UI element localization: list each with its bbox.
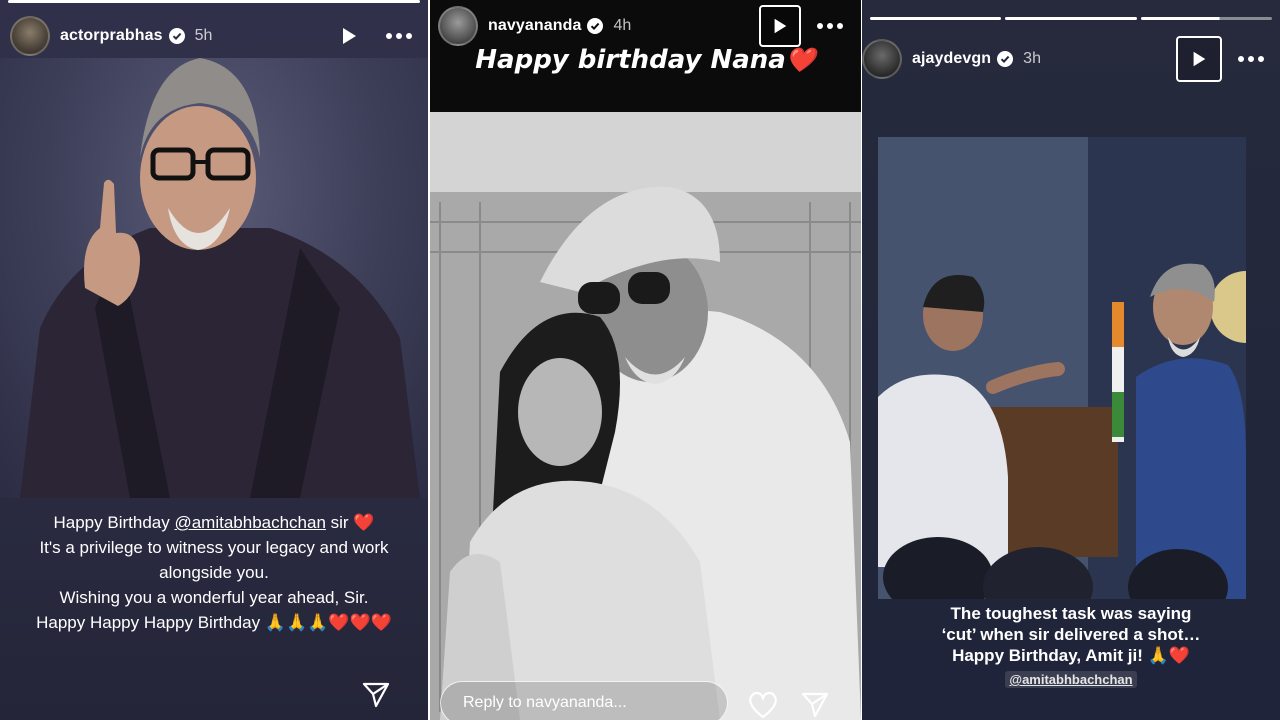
more-icon	[1238, 56, 1264, 62]
username[interactable]: ajaydevgn	[912, 50, 991, 68]
share-button[interactable]	[359, 678, 393, 712]
caption-text: Happy Birthday	[53, 513, 175, 532]
share-icon	[362, 682, 390, 708]
caption-text: sir	[325, 513, 349, 532]
more-options-button[interactable]	[1236, 49, 1266, 69]
story-header: navyananda 4h	[438, 4, 845, 48]
play-icon	[343, 28, 356, 44]
story-photo	[0, 58, 428, 498]
progress-segment	[870, 17, 1002, 20]
caption-line: It's a privilege to witness your legacy …	[39, 538, 389, 557]
mention-link[interactable]: @amitabhbachchan	[1005, 671, 1137, 688]
story-panel-navyananda[interactable]: navyananda 4h Happy birthday Nana❤️ Repl…	[430, 0, 861, 720]
more-icon	[386, 33, 412, 39]
caption-line: Happy Birthday @amitabhbachchan sir ❤️	[0, 510, 428, 535]
story-header: actorprabhas 5h	[10, 14, 414, 58]
caption-line: alongside you.	[159, 563, 269, 582]
caption-line: The toughest task was saying	[950, 604, 1192, 623]
verified-badge-icon	[997, 51, 1014, 67]
play-icon	[1193, 51, 1206, 67]
avatar[interactable]	[10, 16, 50, 56]
mention-sticker[interactable]: @amitabhbachchan	[862, 671, 1280, 688]
story-panel-actorprabhas[interactable]: actorprabhas 5h Happy Birthday @amitabhb…	[0, 0, 428, 720]
play-button[interactable]	[1176, 36, 1222, 82]
story-photo	[430, 112, 861, 720]
verified-badge-icon	[168, 28, 185, 44]
play-button[interactable]	[759, 5, 801, 47]
caption-text: Happy Happy Happy Birthday	[36, 613, 261, 632]
caption-line: Happy Happy Happy Birthday 🙏🙏🙏❤️❤️❤️	[0, 610, 428, 635]
caption-line: ‘cut’ when sir delivered a shot…	[941, 625, 1201, 644]
story-caption: The toughest task was saying ‘cut’ when …	[862, 603, 1280, 666]
play-icon	[774, 18, 787, 34]
progress-segment	[8, 0, 420, 3]
username[interactable]: navyananda	[488, 17, 581, 35]
story-text-overlay: Happy birthday Nana❤️	[430, 45, 861, 75]
caption-text: Happy Birthday, Amit ji!	[952, 646, 1143, 665]
caption-line: Happy Birthday, Amit ji! 🙏❤️	[862, 645, 1280, 666]
verified-badge-icon	[587, 18, 604, 34]
more-options-button[interactable]	[384, 26, 414, 46]
story-progress	[8, 0, 420, 3]
progress-segment	[1140, 17, 1272, 20]
overlay-text: Happy birthday Nana	[475, 45, 786, 75]
mention-link[interactable]: @amitabhbachchan	[174, 513, 325, 532]
reply-input[interactable]: Reply to navyananda...	[440, 681, 728, 720]
share-icon	[801, 692, 829, 718]
story-panel-ajaydevgn[interactable]: ajaydevgn 3h The toughest task was sayin…	[862, 0, 1280, 720]
share-button[interactable]	[798, 688, 832, 720]
post-time: 4h	[613, 17, 632, 34]
story-photo	[878, 137, 1246, 599]
username[interactable]: actorprabhas	[60, 27, 163, 45]
avatar[interactable]	[862, 39, 902, 79]
heart-emoji: ❤️	[785, 46, 816, 74]
more-options-button[interactable]	[815, 16, 845, 36]
person-figure-illustration	[20, 58, 420, 498]
post-time: 3h	[1023, 50, 1041, 67]
like-button[interactable]	[746, 688, 780, 720]
people-hug-illustration	[430, 112, 861, 720]
courtroom-scene-illustration	[878, 137, 1246, 599]
story-progress	[870, 17, 1272, 20]
progress-segment	[1005, 17, 1137, 20]
caption-line: Wishing you a wonderful year ahead, Sir.	[59, 588, 369, 607]
more-icon	[817, 23, 843, 29]
story-header: ajaydevgn 3h	[862, 36, 1266, 82]
heart-icon	[749, 691, 777, 719]
heart-emoji: ❤️	[353, 513, 375, 532]
play-button[interactable]	[328, 15, 370, 57]
avatar[interactable]	[438, 6, 478, 46]
heart-emoji: ❤️❤️❤️	[328, 613, 392, 632]
pray-emoji: 🙏🙏🙏	[264, 613, 329, 632]
emoji-group: 🙏❤️	[1147, 646, 1190, 665]
reply-placeholder: Reply to navyananda...	[463, 694, 627, 711]
story-caption: Happy Birthday @amitabhbachchan sir ❤️ I…	[0, 510, 428, 635]
post-time: 5h	[194, 27, 213, 44]
